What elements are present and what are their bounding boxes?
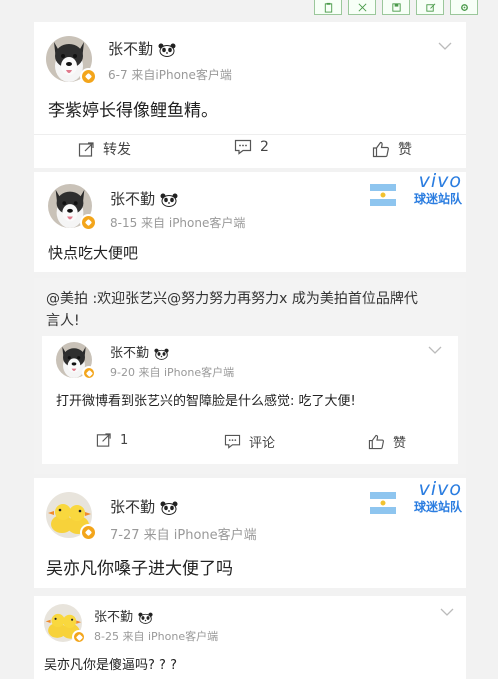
edit-icon[interactable]	[416, 0, 444, 15]
panda-emoji-icon	[160, 501, 178, 515]
weibo-post-3: 张不勤 7-27 来自 iPhone客户端 vivo 球迷站队 吴亦凡你嗓子进大…	[34, 478, 466, 588]
post-content: 快点吃大便吧	[48, 244, 139, 262]
post-meta: 8-15 来自 iPhone客户端	[110, 216, 246, 230]
save-icon[interactable]	[382, 0, 410, 15]
username[interactable]: 张不勤	[94, 606, 153, 625]
weibo-post-4: 张不勤 8-25 来自 iPhone客户端 吴亦凡你是傻逼吗? ? ?	[34, 596, 466, 679]
username[interactable]: 张不勤	[110, 496, 178, 517]
panda-emoji-icon	[154, 348, 169, 360]
post-content: 打开微博看到张艺兴的智障脸是什么感觉: 吃了大便!	[56, 394, 356, 409]
vivo-watermark: vivo 球迷站队	[370, 478, 462, 522]
comment-button[interactable]: 评论	[224, 432, 275, 451]
panda-emoji-icon	[158, 43, 176, 57]
post-content: 李紫婷长得像鲤鱼精。	[48, 101, 218, 121]
panda-emoji-icon	[160, 193, 178, 207]
weibo-post-1: 张不勤 6-7 来自iPhone客户端 李紫婷长得像鲤鱼精。 转发 2 赞	[34, 22, 466, 168]
comment-icon	[224, 434, 241, 449]
username[interactable]: 张不勤	[108, 38, 176, 59]
settings-icon[interactable]	[450, 0, 478, 15]
verified-badge-icon	[80, 214, 97, 231]
post-meta: 9-20 来自 iPhone客户端	[110, 366, 235, 379]
post-content: 吴亦凡你嗓子进大便了吗	[46, 559, 233, 579]
post-meta: 7-27 来自 iPhone客户端	[110, 528, 257, 543]
panda-emoji-icon	[138, 612, 153, 624]
repost-button[interactable]: 转发	[78, 139, 131, 159]
quoted-text-line-2: 言人!	[46, 313, 80, 329]
chevron-down-icon[interactable]	[428, 346, 442, 354]
inner-card: 张不勤 9-20 来自 iPhone客户端 打开微博看到张艺兴的智障脸是什么感觉…	[42, 336, 458, 464]
post-content: 吴亦凡你是傻逼吗? ? ?	[44, 658, 177, 673]
argentina-flag-icon	[370, 492, 396, 514]
username[interactable]: 张不勤	[110, 342, 169, 361]
like-button[interactable]: 赞	[368, 432, 406, 451]
repost-icon	[96, 433, 111, 447]
like-button[interactable]: 赞	[372, 139, 412, 159]
action-bar: 1 评论 赞	[42, 428, 458, 454]
clipboard-icon[interactable]	[314, 0, 342, 15]
comment-button[interactable]: 2	[234, 139, 269, 155]
weibo-post-2: 张不勤 8-15 来自 iPhone客户端 vivo 球迷站队 快点吃大便吧	[34, 170, 466, 272]
verified-badge-icon	[80, 524, 97, 541]
thumbs-up-icon	[372, 141, 389, 157]
repost-button[interactable]: 1	[96, 432, 128, 448]
quoted-text-line-1: @美拍 :欢迎张艺兴@努力努力再努力x 成为美拍首位品牌代	[46, 291, 418, 307]
argentina-flag-icon	[370, 184, 396, 206]
verified-badge-icon	[72, 630, 86, 644]
crop-icon[interactable]	[348, 0, 376, 15]
action-bar: 转发 2 赞	[34, 134, 466, 161]
username[interactable]: 张不勤	[110, 188, 178, 209]
post-meta: 6-7 来自iPhone客户端	[108, 68, 232, 82]
comment-icon	[234, 139, 252, 155]
thumbs-up-icon	[368, 434, 384, 449]
quoted-repost[interactable]: @美拍 :欢迎张艺兴@努力努力再努力x 成为美拍首位品牌代 言人! 张不勤 9-…	[34, 278, 466, 474]
vivo-watermark: vivo 球迷站队	[370, 170, 462, 214]
verified-badge-icon	[82, 366, 96, 380]
verified-badge-icon	[80, 68, 97, 85]
chevron-down-icon[interactable]	[440, 608, 454, 616]
post-meta: 8-25 来自 iPhone客户端	[94, 630, 219, 643]
top-toolbar	[314, 0, 478, 16]
repost-icon	[78, 141, 94, 157]
chevron-down-icon[interactable]	[438, 42, 452, 50]
